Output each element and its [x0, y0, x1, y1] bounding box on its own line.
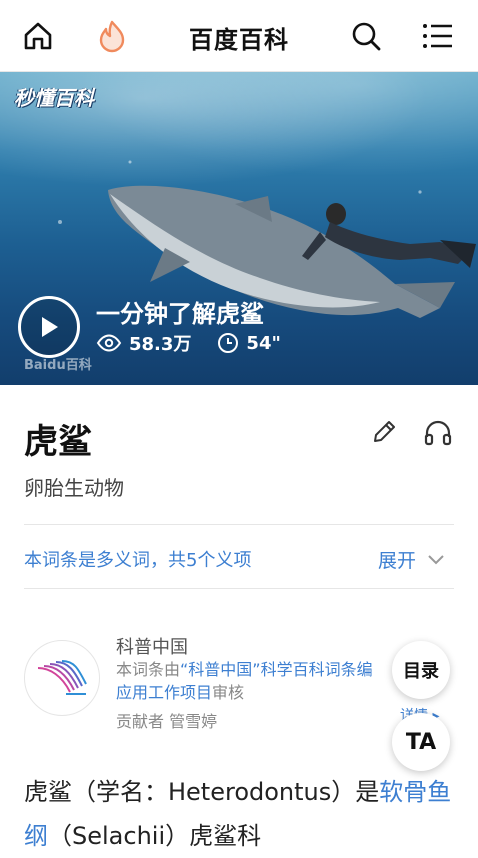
duration-stat: 54" — [217, 332, 281, 354]
divider — [24, 524, 454, 525]
page-title: 百度百科 — [189, 26, 289, 54]
kepu-link[interactable]: “科普中国”科学百科词条编 — [180, 660, 373, 679]
video-title: 一分钟了解虎鲨 — [96, 300, 264, 328]
intro-text-1: 虎鲨（学名：Heterodontus）是 — [24, 778, 380, 806]
entry-title: 虎鲨 — [24, 422, 92, 462]
divider — [24, 588, 454, 589]
edit-button[interactable] — [368, 416, 400, 448]
entry-subtitle: 卵胎生动物 — [24, 476, 124, 500]
project-link[interactable]: 应用工作项目 — [116, 683, 212, 702]
duration-value: 54" — [246, 332, 281, 354]
miaodong-logo: 秒懂百科 — [14, 86, 94, 110]
polysemy-notice[interactable]: 本词条是多义词，共5个义项 — [24, 546, 251, 572]
pencil-icon — [374, 421, 395, 442]
baidu-watermark: Baidu百科 — [24, 358, 92, 373]
intro-text-2: （Selachii）虎鲨科 — [48, 822, 262, 850]
eye-icon — [96, 334, 122, 352]
video-hero[interactable]: 秒懂百科 Baidu百科 一分钟了解虎鲨 58.3万 54" — [0, 72, 478, 385]
chevron-down-icon — [428, 554, 444, 564]
contributor-byline: 贡献者 管雪婷 — [116, 712, 218, 731]
contributor-name: 科普中国 — [116, 637, 188, 658]
contributor-description: 本词条由“科普中国”科学百科词条编 应用工作项目审核 — [116, 658, 406, 704]
desc-suffix: 审核 — [212, 683, 245, 702]
play-button[interactable] — [18, 296, 80, 358]
top-bar: 百度百科 — [0, 0, 478, 72]
play-icon — [42, 317, 58, 337]
headphones-icon — [424, 420, 452, 446]
article-intro: 虎鲨（学名：Heterodontus）是软骨鱼纲（Selachii）虎鲨科 — [24, 770, 454, 858]
desc-prefix: 本词条由 — [116, 660, 181, 679]
video-meta: 58.3万 54" — [96, 330, 281, 356]
expand-label: 展开 — [378, 550, 417, 572]
expand-button[interactable]: 展开 — [378, 546, 446, 573]
search-icon[interactable] — [348, 18, 384, 54]
clock-icon — [218, 333, 239, 353]
listen-button[interactable] — [420, 416, 456, 448]
kepu-china-logo[interactable] — [24, 640, 100, 716]
menu-icon[interactable] — [420, 18, 456, 54]
ta-button[interactable]: TA — [392, 713, 450, 771]
views-stat: 58.3万 — [96, 330, 191, 356]
kepu-logo-icon — [37, 660, 87, 695]
views-count: 58.3万 — [129, 334, 192, 355]
toc-button[interactable]: 目录 — [392, 641, 450, 699]
